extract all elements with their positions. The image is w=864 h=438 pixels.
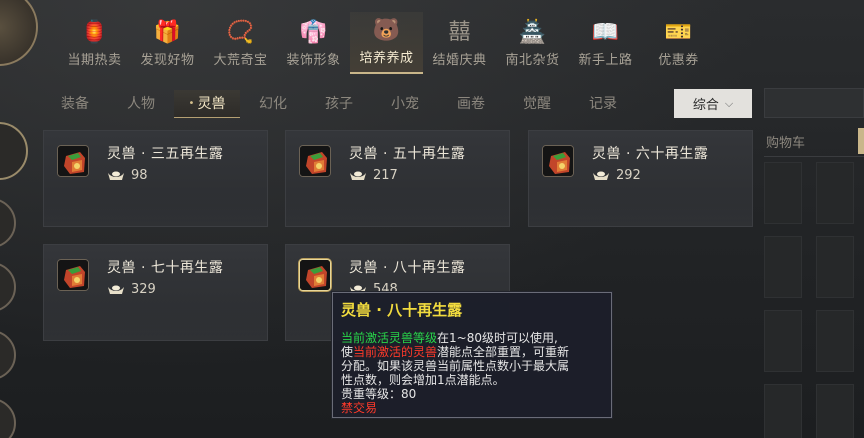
potion-icon — [57, 259, 89, 291]
tooltip-no-trade: 禁交易 — [341, 401, 378, 415]
item-tooltip: 灵兽 · 八十再生露 当前激活灵兽等级在1~80级时可以使用, 使当前激活的灵兽… — [332, 292, 612, 418]
cart-scroll-tab[interactable] — [858, 128, 864, 154]
storefront-icon: 🏮 — [80, 20, 109, 45]
sort-dropdown[interactable]: 综合 ⌵ — [674, 89, 752, 118]
side-button-2[interactable] — [0, 198, 16, 248]
necklace-icon: 📿 — [226, 20, 255, 45]
cart-slot[interactable] — [764, 310, 802, 372]
ingot-icon — [107, 166, 125, 185]
ingot-icon — [107, 280, 125, 299]
avatar-ring[interactable] — [0, 0, 38, 66]
item-price: 217 — [349, 166, 398, 185]
shop-item-card[interactable]: 灵兽 · 五十再生露 217 — [285, 130, 510, 227]
potion-icon — [299, 145, 331, 177]
cart-slot[interactable] — [764, 384, 802, 438]
potion-icon — [542, 145, 574, 177]
subtab-small-pet[interactable]: 小宠 — [372, 90, 438, 118]
sort-value: 综合 — [692, 98, 719, 113]
side-button-4[interactable] — [0, 330, 16, 380]
item-name: 灵兽 · 七十再生露 — [107, 260, 224, 276]
tooltip-text: 性点数，则会增加1点潜能点。 — [341, 373, 505, 387]
item-price: 292 — [592, 166, 641, 185]
coupon-icon: 🎫 — [664, 20, 693, 45]
price-value: 217 — [373, 168, 398, 183]
tab-treasure[interactable]: 📿 大荒奇宝 — [204, 12, 277, 74]
shop-item-card[interactable]: 灵兽 · 三五再生露 98 — [43, 130, 268, 227]
tooltip-title: 灵兽 · 八十再生露 — [341, 301, 463, 319]
tooltip-value-level: 贵重等级：80 — [341, 387, 417, 401]
tab-appearance[interactable]: 👘 装饰形象 — [277, 12, 350, 74]
item-name: 灵兽 · 六十再生露 — [592, 146, 709, 162]
chevron-down-icon: ⌵ — [724, 96, 734, 110]
cart-title: 购物车 — [766, 136, 806, 151]
tab-wedding[interactable]: 囍 结婚庆典 — [423, 12, 496, 74]
subcategory-tabs: 装备 人物 灵兽 幻化 孩子 小宠 画卷 觉醒 记录 — [42, 90, 636, 118]
cart-panel: 购物车 — [764, 86, 864, 438]
cart-slot[interactable] — [816, 310, 854, 372]
subtab-records[interactable]: 记录 — [570, 90, 636, 118]
tab-newbie[interactable]: 📖 新手上路 — [569, 12, 642, 74]
tooltip-text: 使 — [341, 345, 354, 359]
shop-item-card[interactable]: 灵兽 · 七十再生露 329 — [43, 244, 268, 341]
subtab-equipment[interactable]: 装备 — [42, 90, 108, 118]
pet-face-icon: 🐻 — [372, 18, 401, 43]
side-button-1[interactable] — [0, 122, 28, 180]
cart-search-field[interactable] — [764, 88, 864, 118]
potion-icon — [299, 259, 331, 291]
tab-label: 装饰形象 — [286, 53, 341, 68]
subtab-character[interactable]: 人物 — [108, 90, 174, 118]
item-price: 329 — [107, 280, 156, 299]
side-button-3[interactable] — [0, 262, 16, 312]
ingot-icon — [349, 166, 367, 185]
tooltip-text: 在1~80级时可以使用, — [437, 331, 558, 345]
cart-slot[interactable] — [816, 384, 854, 438]
tab-discover[interactable]: 🎁 发现好物 — [131, 12, 204, 74]
item-name: 灵兽 · 八十再生露 — [349, 260, 466, 276]
subtab-children[interactable]: 孩子 — [306, 90, 372, 118]
shop-roof-icon: 🏯 — [518, 20, 547, 45]
tab-label: 培养养成 — [359, 51, 414, 66]
subtab-transform[interactable]: 幻化 — [240, 90, 306, 118]
shop-item-card[interactable]: 灵兽 · 六十再生露 292 — [528, 130, 753, 227]
subtab-scroll[interactable]: 画卷 — [438, 90, 504, 118]
subtab-awaken[interactable]: 觉醒 — [504, 90, 570, 118]
double-happiness-icon: 囍 — [448, 20, 471, 45]
tab-label: 大荒奇宝 — [213, 53, 268, 68]
ingot-icon — [592, 166, 610, 185]
potion-icon — [57, 145, 89, 177]
cart-slot[interactable] — [816, 162, 854, 224]
tab-label: 发现好物 — [140, 53, 195, 68]
tab-hot-sale[interactable]: 🏮 当期热卖 — [58, 12, 131, 74]
price-value: 98 — [131, 168, 148, 183]
tooltip-body: 当前激活灵兽等级在1~80级时可以使用, 使当前激活的灵兽潜能点全部重置，可重新… — [341, 331, 603, 415]
tab-label: 结婚庆典 — [432, 53, 487, 68]
costume-icon: 👘 — [299, 20, 328, 45]
tab-label: 新手上路 — [578, 53, 633, 68]
tooltip-highlight: 当前激活灵兽等级 — [341, 331, 438, 345]
price-value: 329 — [131, 282, 156, 297]
item-price: 98 — [107, 166, 148, 185]
tab-label: 当期热卖 — [67, 53, 122, 68]
tab-groceries[interactable]: 🏯 南北杂货 — [496, 12, 569, 74]
category-tabs: 🏮 当期热卖 🎁 发现好物 📿 大荒奇宝 👘 装饰形象 🐻 培养养成 囍 结婚庆… — [58, 12, 715, 74]
tab-label: 优惠券 — [658, 53, 699, 68]
left-rail — [0, 0, 38, 438]
tooltip-text: 分配。如果该灵兽当前属性点数小于最大属 — [341, 359, 570, 373]
book-icon: 📖 — [591, 20, 620, 45]
gift-heart-icon: 🎁 — [153, 20, 182, 45]
tab-cultivation[interactable]: 🐻 培养养成 — [350, 12, 423, 74]
subtab-spirit-beast[interactable]: 灵兽 — [174, 90, 240, 118]
cart-slot[interactable] — [764, 236, 802, 298]
tab-coupon[interactable]: 🎫 优惠券 — [642, 12, 715, 74]
tooltip-highlight-red: 当前激活的灵兽 — [353, 345, 438, 359]
item-name: 灵兽 · 五十再生露 — [349, 146, 466, 162]
tooltip-text: 潜能点全部重置，可重新 — [437, 345, 570, 359]
cart-slot[interactable] — [816, 236, 854, 298]
tab-label: 南北杂货 — [505, 53, 560, 68]
side-button-5[interactable] — [0, 398, 16, 438]
divider — [764, 156, 864, 157]
cart-slot[interactable] — [764, 162, 802, 224]
price-value: 292 — [616, 168, 641, 183]
item-name: 灵兽 · 三五再生露 — [107, 146, 224, 162]
